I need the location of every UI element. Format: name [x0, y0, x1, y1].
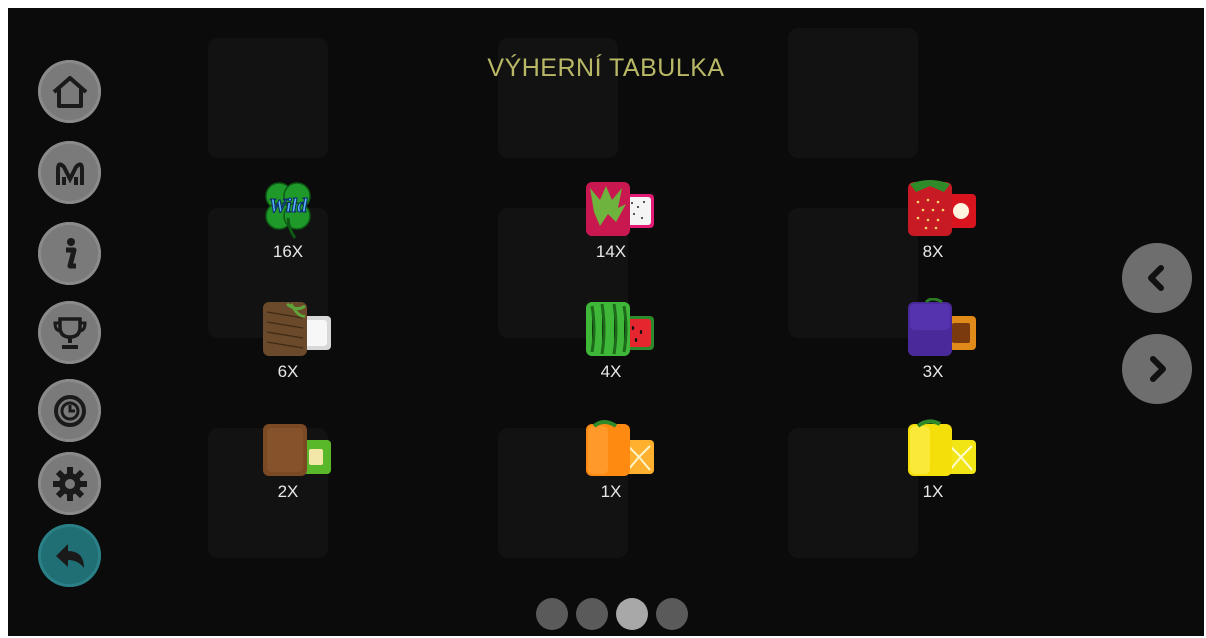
history-button[interactable]: [38, 379, 101, 442]
home-icon: [52, 75, 87, 108]
back-button[interactable]: [38, 524, 101, 587]
settings-button[interactable]: [38, 452, 101, 515]
lemon-icon: [908, 419, 976, 476]
paytable-item-plum: 3X: [853, 298, 1013, 408]
back-arrow-icon: [55, 543, 84, 568]
multiplier-label: 14X: [595, 242, 627, 261]
chevron-right-icon: [1150, 356, 1166, 382]
multiplier-label: 6X: [277, 362, 299, 381]
multiplier-label: 1X: [922, 482, 944, 501]
wild-clover-icon: Wild: [265, 182, 311, 239]
page-title: VÝHERNÍ TABULKA: [487, 54, 725, 82]
multiplier-label: 8X: [922, 242, 944, 261]
settings-icon: [52, 466, 87, 501]
paytable-item-lemon: 1X: [853, 418, 1013, 528]
kiwi-icon: [263, 424, 331, 476]
game-logo-icon: [55, 161, 84, 185]
game-frame: VÝHERNÍ TABULKA Wild 16X 14X 8X 6X 4X 3X…: [8, 8, 1204, 636]
strawberry-icon: [908, 180, 976, 236]
paytable-item-watermelon: 4X: [531, 298, 691, 408]
history-icon: [53, 394, 86, 427]
next-page-button[interactable]: [1122, 334, 1192, 404]
paytable-item-orange: 1X: [531, 418, 691, 528]
dragon-fruit-icon: [586, 182, 654, 236]
trophy-icon: [52, 316, 87, 349]
home-button[interactable]: [38, 60, 101, 123]
page-dot[interactable]: [576, 598, 608, 630]
chevron-left-icon: [1148, 265, 1164, 291]
prev-page-button[interactable]: [1122, 243, 1192, 313]
multiplier-label: 4X: [600, 362, 622, 381]
page-dot[interactable]: [536, 598, 568, 630]
plum-icon: [908, 298, 976, 356]
page-indicator: [536, 598, 688, 630]
info-button[interactable]: [38, 222, 101, 285]
multiplier-label: 16X: [272, 242, 304, 261]
paytable-item-wild: Wild 16X: [208, 178, 368, 288]
multiplier-label: 3X: [922, 362, 944, 381]
info-icon: [65, 237, 76, 268]
page-dot-active[interactable]: [616, 598, 648, 630]
multiplier-label: 2X: [277, 482, 299, 501]
page-dot[interactable]: [656, 598, 688, 630]
multiplier-label: 1X: [600, 482, 622, 501]
coconut-icon: [263, 302, 331, 356]
paytable-item-strawberry: 8X: [853, 178, 1013, 288]
watermelon-icon: [586, 302, 654, 356]
wild-symbol-text: Wild: [269, 195, 308, 217]
background-reel: [788, 28, 918, 158]
game-logo-button[interactable]: [38, 141, 101, 204]
orange-icon: [586, 420, 654, 476]
paytable-item-dragon-fruit: 14X: [531, 178, 691, 288]
trophy-button[interactable]: [38, 301, 101, 364]
paytable-item-coconut: 6X: [208, 298, 368, 408]
paytable-item-kiwi: 2X: [208, 418, 368, 528]
